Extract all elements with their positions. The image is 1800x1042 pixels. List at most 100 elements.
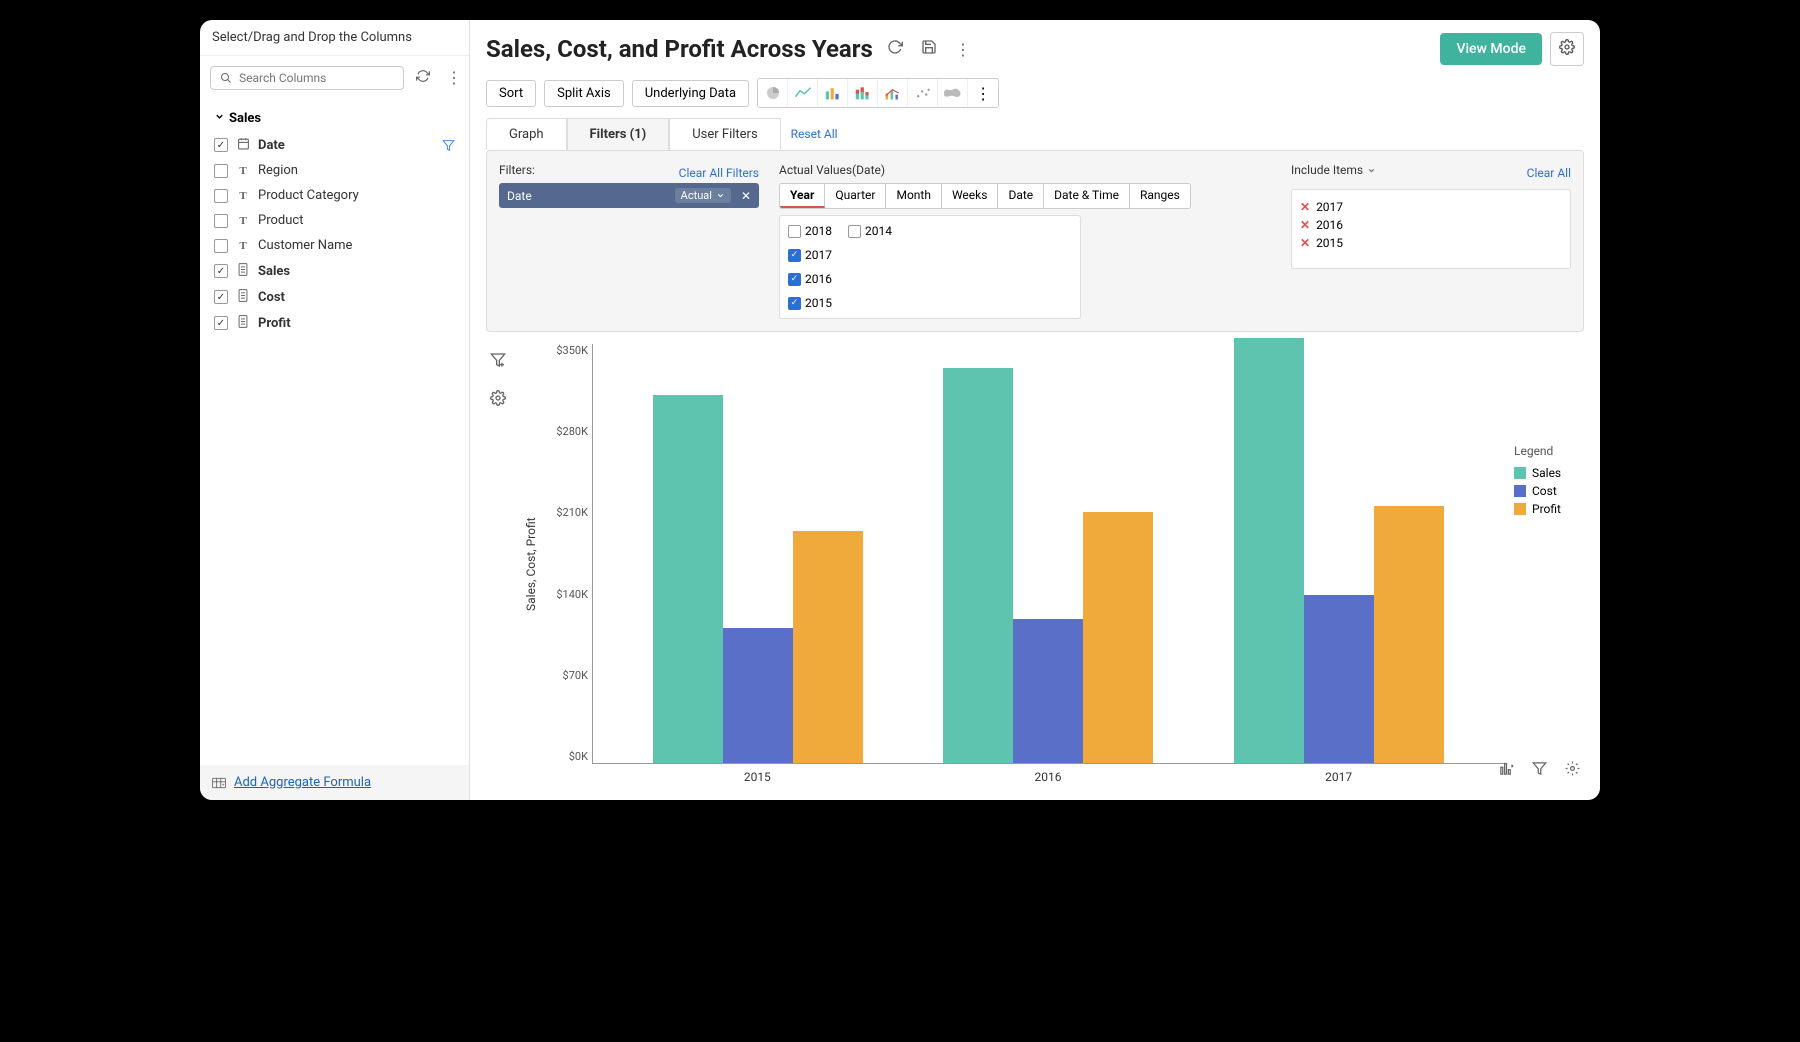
bar-cost-2017[interactable] — [1304, 595, 1374, 763]
checkbox[interactable] — [788, 297, 801, 310]
year-2014[interactable]: 2014 — [848, 224, 892, 238]
column-customer-name[interactable]: TCustomer Name — [210, 233, 459, 258]
checkbox[interactable] — [214, 164, 228, 178]
pie-chart-icon[interactable] — [758, 79, 788, 107]
reset-all-link[interactable]: Reset All — [791, 127, 838, 141]
refresh-chart-icon[interactable] — [883, 35, 907, 63]
date-tab-date[interactable]: Date — [998, 184, 1044, 208]
combo-chart-icon[interactable] — [878, 79, 908, 107]
year-2017[interactable]: 2017 — [788, 248, 1072, 262]
tab-graph[interactable]: Graph — [486, 118, 567, 150]
column-profit[interactable]: Profit — [210, 310, 459, 336]
bar-profit-2015[interactable] — [793, 531, 863, 763]
more-options-icon[interactable]: ⋮ — [951, 36, 975, 63]
type-icon: T — [236, 189, 250, 202]
include-2016: ✕ 2016 — [1300, 216, 1562, 234]
date-tab-month[interactable]: Month — [886, 184, 941, 208]
tab-user-filters[interactable]: User Filters — [669, 118, 780, 150]
main: Sales, Cost, and Profit Across Years ⋮ V… — [470, 20, 1600, 800]
sort-button[interactable]: Sort — [486, 80, 536, 107]
remove-icon[interactable]: ✕ — [1300, 218, 1310, 232]
date-tab-ranges[interactable]: Ranges — [1130, 184, 1190, 208]
checkbox[interactable] — [214, 316, 228, 330]
filters-label: Filters: — [499, 163, 535, 177]
checkbox[interactable] — [788, 249, 801, 262]
include-items-label[interactable]: Include Items — [1291, 163, 1376, 177]
add-aggregate-link[interactable]: Add Aggregate Formula — [234, 775, 371, 790]
filter-icon[interactable] — [1528, 757, 1551, 784]
add-filter-icon[interactable] — [486, 348, 510, 376]
checkbox[interactable] — [214, 189, 228, 203]
x-labels: 201520162017 — [592, 764, 1504, 784]
checkbox[interactable] — [214, 138, 228, 152]
gear-icon[interactable] — [1561, 757, 1584, 784]
tree-group-sales[interactable]: Sales — [210, 105, 459, 132]
remove-chip-icon[interactable]: ✕ — [741, 189, 751, 203]
include-2015: ✕ 2015 — [1300, 234, 1562, 252]
scatter-chart-icon[interactable] — [908, 79, 938, 107]
checkbox[interactable] — [848, 225, 861, 238]
map-chart-icon[interactable] — [938, 79, 968, 107]
checkbox[interactable] — [214, 264, 228, 278]
checkbox[interactable] — [214, 290, 228, 304]
include-list: ✕ 2017✕ 2016✕ 2015 — [1291, 189, 1571, 269]
column-date[interactable]: Date — [210, 132, 459, 158]
filter-chip-date[interactable]: Date Actual ✕ — [499, 183, 759, 208]
chart-settings-icon[interactable] — [486, 386, 510, 414]
checkbox[interactable] — [788, 273, 801, 286]
column-product-category[interactable]: TProduct Category — [210, 183, 459, 208]
remove-icon[interactable]: ✕ — [1300, 200, 1310, 214]
bar-profit-2017[interactable] — [1374, 506, 1444, 763]
clear-all-include-link[interactable]: Clear All — [1527, 166, 1571, 180]
stacked-bar-icon[interactable] — [848, 79, 878, 107]
x-label: 2017 — [1325, 770, 1352, 784]
legend-profit[interactable]: Profit — [1514, 500, 1584, 518]
date-tab-datetime[interactable]: Date & Time — [1044, 184, 1130, 208]
column-label: Profit — [258, 316, 291, 331]
view-mode-button[interactable]: View Mode — [1440, 33, 1542, 65]
checkbox[interactable] — [214, 239, 228, 253]
chart-bottom-tools — [1495, 757, 1584, 784]
checkbox[interactable] — [788, 225, 801, 238]
toolbar: Sort Split Axis Underlying Data ⋮ — [470, 78, 1600, 118]
bar-profit-2016[interactable] — [1083, 512, 1153, 763]
more-charts-icon[interactable]: ⋮ — [968, 79, 998, 107]
bar-sales-2017[interactable] — [1234, 338, 1304, 763]
sort-bars-icon[interactable] — [1495, 757, 1518, 784]
remove-icon[interactable]: ✕ — [1300, 236, 1310, 250]
type-icon: T — [236, 214, 250, 227]
type-icon — [236, 315, 250, 331]
bar-group-2016 — [943, 344, 1153, 763]
refresh-icon[interactable] — [412, 64, 434, 91]
tab-filters[interactable]: Filters (1) — [567, 118, 670, 150]
year-2015[interactable]: 2015 — [788, 296, 1072, 310]
date-tab-quarter[interactable]: Quarter — [825, 184, 886, 208]
bar-sales-2016[interactable] — [943, 368, 1013, 763]
settings-button[interactable] — [1550, 32, 1584, 66]
bar-cost-2015[interactable] — [723, 628, 793, 763]
column-sales[interactable]: Sales — [210, 258, 459, 284]
split-axis-button[interactable]: Split Axis — [544, 80, 624, 107]
bar-chart-icon[interactable] — [818, 79, 848, 107]
line-chart-icon[interactable] — [788, 79, 818, 107]
year-2016[interactable]: 2016 — [788, 272, 1072, 286]
bar-sales-2015[interactable] — [653, 395, 723, 763]
column-tree: Sales DateTRegionTProduct CategoryTProdu… — [200, 99, 469, 765]
column-cost[interactable]: Cost — [210, 284, 459, 310]
date-tab-year[interactable]: Year — [780, 184, 825, 208]
underlying-data-button[interactable]: Underlying Data — [632, 80, 749, 107]
column-region[interactable]: TRegion — [210, 158, 459, 183]
date-tab-weeks[interactable]: Weeks — [942, 184, 998, 208]
legend-cost[interactable]: Cost — [1514, 482, 1584, 500]
bar-cost-2016[interactable] — [1013, 619, 1083, 763]
clear-all-filters-link[interactable]: Clear All Filters — [679, 166, 759, 180]
legend-sales[interactable]: Sales — [1514, 464, 1584, 482]
search-columns-input[interactable] — [239, 71, 395, 85]
year-2018[interactable]: 2018 — [788, 224, 832, 238]
more-icon[interactable]: ⋮ — [442, 64, 466, 91]
checkbox[interactable] — [214, 214, 228, 228]
column-product[interactable]: TProduct — [210, 208, 459, 233]
save-icon[interactable] — [917, 35, 941, 63]
search-columns-input-wrap[interactable] — [210, 66, 404, 90]
sidebar-footer: + Add Aggregate Formula — [200, 765, 469, 800]
